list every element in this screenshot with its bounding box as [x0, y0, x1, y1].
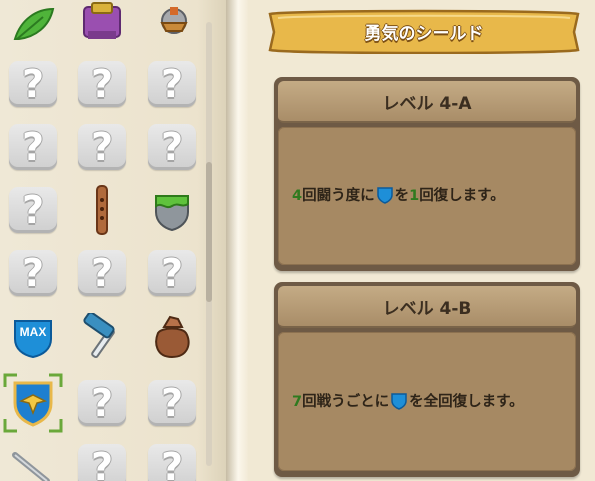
- battle-count-number: 4: [292, 188, 303, 204]
- recover-count-number: 1: [409, 188, 420, 204]
- inventory-slot-unknown[interactable]: ?: [75, 246, 129, 300]
- level-4a-panel: レベル 4-A 4回闘う度に を1回復します。: [274, 77, 580, 271]
- level-4b-panel: レベル 4-B 7回戦うごとに を全回復します。: [274, 282, 580, 477]
- inventory-slot-unknown[interactable]: ?: [145, 57, 199, 111]
- inventory-slot-leaf[interactable]: [6, 2, 60, 56]
- book-fold: [226, 0, 248, 481]
- inventory-page: ? ? ? ? ? ? ? ? ? ? MAX ? ? ? ?: [0, 0, 232, 481]
- unknown-item-icon: ?: [78, 380, 126, 426]
- shield-icon: [376, 187, 393, 204]
- inventory-slot-unknown[interactable]: ?: [6, 246, 60, 300]
- inventory-slot-unknown[interactable]: ?: [145, 246, 199, 300]
- battle-count-number: 7: [292, 393, 303, 410]
- description-text: 回戦うごとに: [302, 393, 390, 410]
- selection-frame: [3, 373, 63, 433]
- description-text: を全回復します。: [409, 393, 524, 410]
- unknown-item-icon: ?: [9, 250, 57, 296]
- unknown-item-icon: ?: [78, 61, 126, 107]
- inventory-slot-unknown[interactable]: ?: [75, 376, 129, 430]
- sack-icon: [155, 315, 190, 359]
- item-title: 勇気のシールド: [364, 23, 484, 44]
- helmet-icon: [160, 7, 188, 34]
- level-4a-heading: レベル 4-A: [278, 81, 576, 123]
- inventory-slot-helmet[interactable]: [145, 2, 199, 56]
- inventory-slot-flute[interactable]: [75, 183, 129, 237]
- inventory-slot-sword[interactable]: [6, 440, 60, 481]
- unknown-item-icon: ?: [78, 250, 126, 296]
- inventory-slot-max-shield[interactable]: MAX: [6, 310, 60, 364]
- hammer-icon: [83, 313, 115, 359]
- unknown-item-icon: ?: [148, 380, 196, 426]
- inventory-slot-courage-shield[interactable]: [3, 373, 63, 433]
- unknown-item-icon: ?: [9, 124, 57, 170]
- level-4a-description: 4回闘う度に を1回復します。: [278, 127, 576, 265]
- max-badge: MAX: [19, 325, 47, 339]
- inventory-slot-unknown[interactable]: ?: [75, 57, 129, 111]
- inventory-slot-slime-shield[interactable]: [145, 183, 199, 237]
- inventory-grid: ? ? ? ? ? ? ? ? ? ? MAX ? ? ? ?: [0, 0, 210, 481]
- inventory-scrollbar-thumb[interactable]: [206, 162, 212, 302]
- inventory-slot-unknown[interactable]: ?: [6, 183, 60, 237]
- inventory-slot-backpack[interactable]: [75, 2, 129, 56]
- inventory-slot-hammer[interactable]: [75, 310, 129, 364]
- flute-icon: [96, 185, 108, 235]
- sword-icon: [12, 452, 50, 481]
- unknown-item-icon: ?: [78, 124, 126, 170]
- inventory-slot-unknown[interactable]: ?: [6, 120, 60, 174]
- unknown-item-icon: ?: [78, 444, 126, 481]
- item-detail-page: 勇気のシールド レベル 4-A 4回闘う度に を1回復します。 レベル 4-B 7…: [248, 0, 595, 481]
- inventory-slot-unknown[interactable]: ?: [145, 376, 199, 430]
- slime-shield-icon: [155, 195, 189, 232]
- backpack-icon: [83, 2, 121, 39]
- inventory-scrollbar[interactable]: [206, 22, 212, 466]
- description-text: を: [394, 188, 410, 204]
- unknown-item-icon: ?: [148, 250, 196, 296]
- unknown-item-icon: ?: [9, 61, 57, 107]
- item-title-banner: 勇気のシールド: [268, 8, 580, 54]
- unknown-item-icon: ?: [9, 187, 57, 233]
- inventory-slot-unknown[interactable]: ?: [145, 120, 199, 174]
- unknown-item-icon: ?: [148, 444, 196, 481]
- level-4b-heading: レベル 4-B: [278, 286, 576, 328]
- inventory-slot-unknown[interactable]: ?: [75, 120, 129, 174]
- description-text: 回闘う度に: [302, 188, 375, 204]
- unknown-item-icon: ?: [148, 61, 196, 107]
- inventory-slot-sack[interactable]: [145, 310, 199, 364]
- shield-icon: [391, 392, 407, 410]
- level-4b-description: 7回戦うごとに を全回復します。: [278, 332, 576, 471]
- inventory-slot-unknown[interactable]: ?: [6, 57, 60, 111]
- max-shield-icon: MAX: [11, 315, 55, 359]
- unknown-item-icon: ?: [148, 124, 196, 170]
- inventory-slot-unknown[interactable]: ?: [75, 440, 129, 481]
- leaf-icon: [13, 7, 55, 40]
- inventory-slot-unknown[interactable]: ?: [145, 440, 199, 481]
- description-text: 回復します。: [419, 188, 505, 204]
